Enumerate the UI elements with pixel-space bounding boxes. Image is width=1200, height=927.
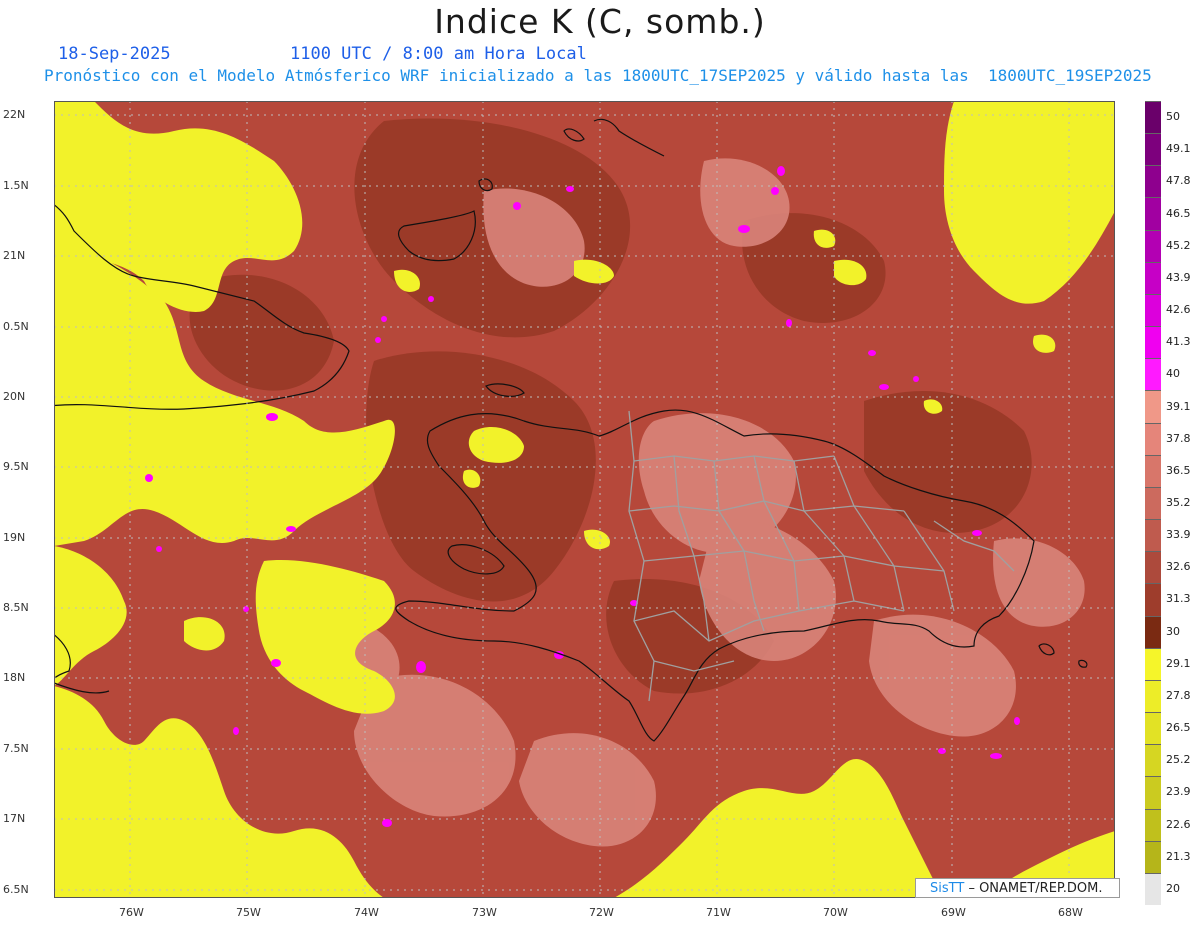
color-scale-cell (1145, 229, 1161, 262)
lon-label: 71W (706, 906, 731, 919)
color-scale-label: 42.6 (1166, 303, 1191, 317)
color-scale-cell (1145, 519, 1161, 552)
lat-label: 18N (3, 671, 26, 684)
color-scale-cell (1145, 551, 1161, 584)
lat-label: 8.5N (3, 601, 29, 614)
color-scale-label: 25.2 (1166, 753, 1191, 767)
credit-box: SisTT – ONAMET/REP.DOM. (915, 878, 1120, 898)
credit-brand: SisTT (930, 881, 965, 896)
lat-label: 17N (3, 812, 26, 825)
color-scale-label: 36.5 (1166, 463, 1191, 477)
color-scale (1145, 101, 1161, 905)
color-scale-cell (1145, 197, 1161, 230)
color-scale-label: 26.5 (1166, 721, 1191, 735)
color-scale-label: 33.9 (1166, 528, 1191, 542)
model-info: Pronóstico con el Modelo Atmósferico WRF… (44, 66, 1152, 85)
color-scale-label: 47.8 (1166, 174, 1191, 188)
color-scale-label: 23.9 (1166, 785, 1191, 799)
lon-label: 74W (354, 906, 379, 919)
color-scale-label: 27.8 (1166, 688, 1191, 702)
lat-label: 7.5N (3, 742, 29, 755)
color-scale-cell (1145, 679, 1161, 713)
lon-label: 76W (119, 906, 144, 919)
lat-label: 1.5N (3, 179, 29, 192)
forecast-date: 18-Sep-2025 (58, 44, 171, 64)
lon-label: 70W (823, 906, 848, 919)
color-scale-label: 41.3 (1166, 335, 1191, 349)
color-scale-label: 21.3 (1166, 849, 1191, 863)
color-scale-cell (1145, 776, 1161, 809)
color-scale-cell (1145, 326, 1161, 359)
color-scale-cell (1145, 840, 1161, 873)
color-scale-label: 20 (1166, 881, 1180, 895)
color-scale-label: 46.5 (1166, 206, 1191, 220)
color-scale-label: 50 (1166, 110, 1180, 124)
lat-label: 19N (3, 531, 26, 544)
color-scale-label: 39.1 (1166, 399, 1191, 413)
color-scale-label: 22.6 (1166, 817, 1191, 831)
lat-label: 6.5N (3, 883, 29, 896)
color-scale-label: 43.9 (1166, 270, 1191, 284)
color-scale-cell (1145, 261, 1161, 294)
color-scale-label: 29.1 (1166, 656, 1191, 670)
color-scale-cell (1145, 647, 1161, 680)
color-scale-cell (1145, 165, 1161, 198)
color-scale-label: 45.2 (1166, 238, 1191, 252)
color-scale-label: 32.6 (1166, 560, 1191, 574)
color-scale-cell (1145, 293, 1161, 327)
color-scale-label: 31.3 (1166, 592, 1191, 606)
forecast-time: 1100 UTC / 8:00 am Hora Local (290, 44, 587, 64)
color-scale-label: 30 (1166, 624, 1180, 638)
lat-label: 22N (3, 108, 26, 121)
lat-label: 9.5N (3, 460, 29, 473)
color-scale-cell (1145, 583, 1161, 616)
lon-label: 68W (1058, 906, 1083, 919)
color-scale-cell (1145, 615, 1161, 648)
lon-label: 75W (236, 906, 261, 919)
color-scale-cell (1145, 101, 1161, 134)
color-scale-cell (1145, 133, 1161, 166)
color-scale-cell (1145, 454, 1161, 487)
color-scale-cell (1145, 712, 1161, 745)
k-index-map (54, 101, 1115, 898)
lon-label: 72W (589, 906, 614, 919)
color-scale-cell (1145, 744, 1161, 777)
credit-text: – ONAMET/REP.DOM. (968, 881, 1103, 896)
map-title: Indice K (C, somb.) (434, 2, 766, 41)
lat-label: 20N (3, 390, 26, 403)
color-scale-cell (1145, 808, 1161, 841)
color-scale-cell (1145, 422, 1161, 455)
color-scale-label: 49.1 (1166, 142, 1191, 156)
color-scale-cell (1145, 358, 1161, 391)
color-scale-cell (1145, 486, 1161, 520)
lat-label: 0.5N (3, 320, 29, 333)
color-scale-label: 37.8 (1166, 431, 1191, 445)
lon-label: 69W (941, 906, 966, 919)
color-scale-cell (1145, 872, 1161, 905)
color-scale-label: 35.2 (1166, 496, 1191, 509)
color-scale-label: 40 (1166, 367, 1180, 381)
color-scale-cell (1145, 390, 1161, 423)
lon-label: 73W (472, 906, 497, 919)
lat-label: 21N (3, 249, 26, 262)
